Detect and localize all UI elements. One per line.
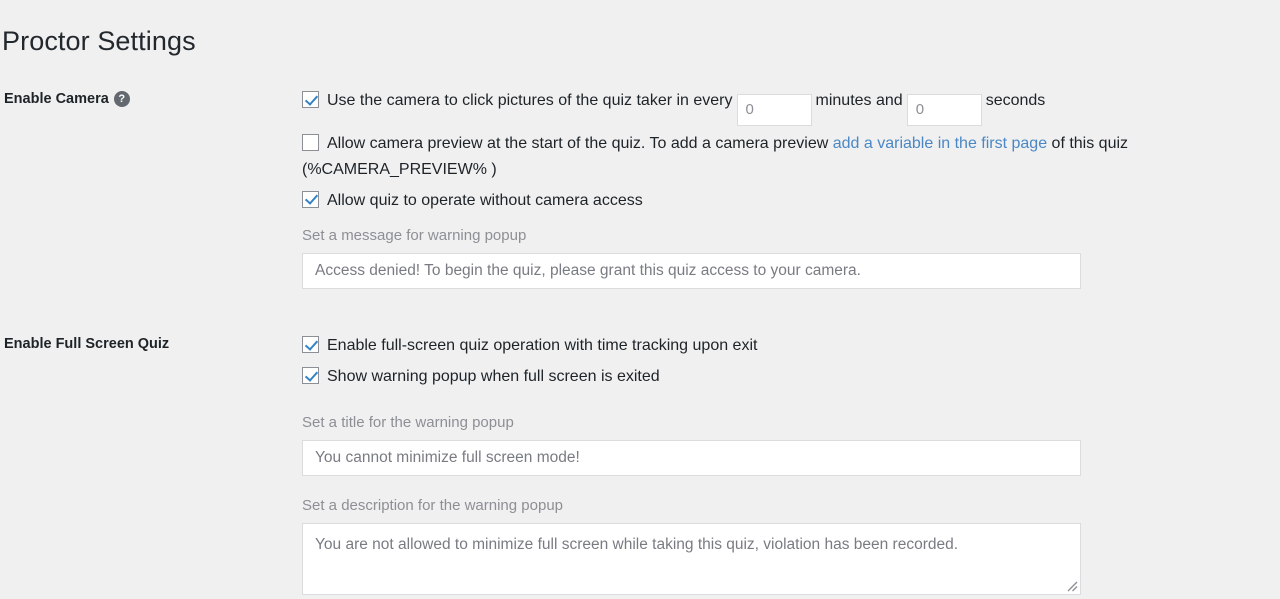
- camera-preview-text-before: Allow camera preview at the start of the…: [327, 134, 829, 152]
- camera-capture-text-after: seconds: [985, 92, 1046, 109]
- capture-minutes-input[interactable]: [736, 93, 812, 126]
- fullscreen-title-label: Set a title for the warning popup: [302, 414, 514, 431]
- camera-preview-checkbox[interactable]: [302, 133, 319, 151]
- fullscreen-enable-checkbox[interactable]: [302, 336, 319, 353]
- without-camera-access-checkbox[interactable]: [302, 190, 319, 208]
- fullscreen-description-wrap: You are not allowed to minimize full scr…: [302, 523, 1081, 595]
- page-title: Proctor Settings: [2, 26, 196, 57]
- enable-camera-label-text: Enable Camera: [4, 91, 109, 107]
- without-camera-access-row: Allow quiz to operate without camera acc…: [302, 188, 1280, 214]
- fullscreen-description-textarea[interactable]: You are not allowed to minimize full scr…: [302, 523, 1081, 595]
- without-camera-access-text: Allow quiz to operate without camera acc…: [327, 191, 643, 209]
- fullscreen-enable-text: Enable full-screen quiz operation with t…: [327, 337, 758, 354]
- camera-capture-checkbox[interactable]: [302, 91, 319, 108]
- fullscreen-enable-row: Enable full-screen quiz operation with t…: [302, 333, 1280, 359]
- capture-seconds-input[interactable]: [906, 93, 982, 126]
- enable-camera-body: Use the camera to click pictures of the …: [302, 88, 1280, 289]
- camera-capture-text-before: Use the camera to click pictures of the …: [327, 92, 733, 109]
- fullscreen-title-input[interactable]: [302, 440, 1081, 476]
- camera-capture-row: Use the camera to click pictures of the …: [302, 88, 1280, 126]
- camera-preview-row: Allow camera preview at the start of the…: [302, 131, 1280, 183]
- enable-fullscreen-label: Enable Full Screen Quiz: [4, 336, 170, 352]
- fullscreen-description-label: Set a description for the warning popup: [302, 497, 563, 514]
- enable-camera-label: Enable Camera?: [4, 88, 294, 110]
- camera-capture-text-middle: minutes and: [815, 92, 903, 109]
- fullscreen-warning-text: Show warning popup when full screen is e…: [327, 368, 660, 385]
- add-variable-link[interactable]: add a variable in the first page: [833, 135, 1047, 152]
- enable-fullscreen-body: Enable full-screen quiz operation with t…: [302, 333, 1280, 595]
- fullscreen-warning-row: Show warning popup when full screen is e…: [302, 364, 1280, 390]
- fullscreen-warning-checkbox[interactable]: [302, 367, 319, 384]
- camera-message-input[interactable]: [302, 252, 1081, 289]
- camera-message-label: Set a message for warning popup: [302, 226, 527, 244]
- question-mark-icon[interactable]: ?: [113, 91, 130, 107]
- resize-handle-icon[interactable]: [1065, 579, 1079, 593]
